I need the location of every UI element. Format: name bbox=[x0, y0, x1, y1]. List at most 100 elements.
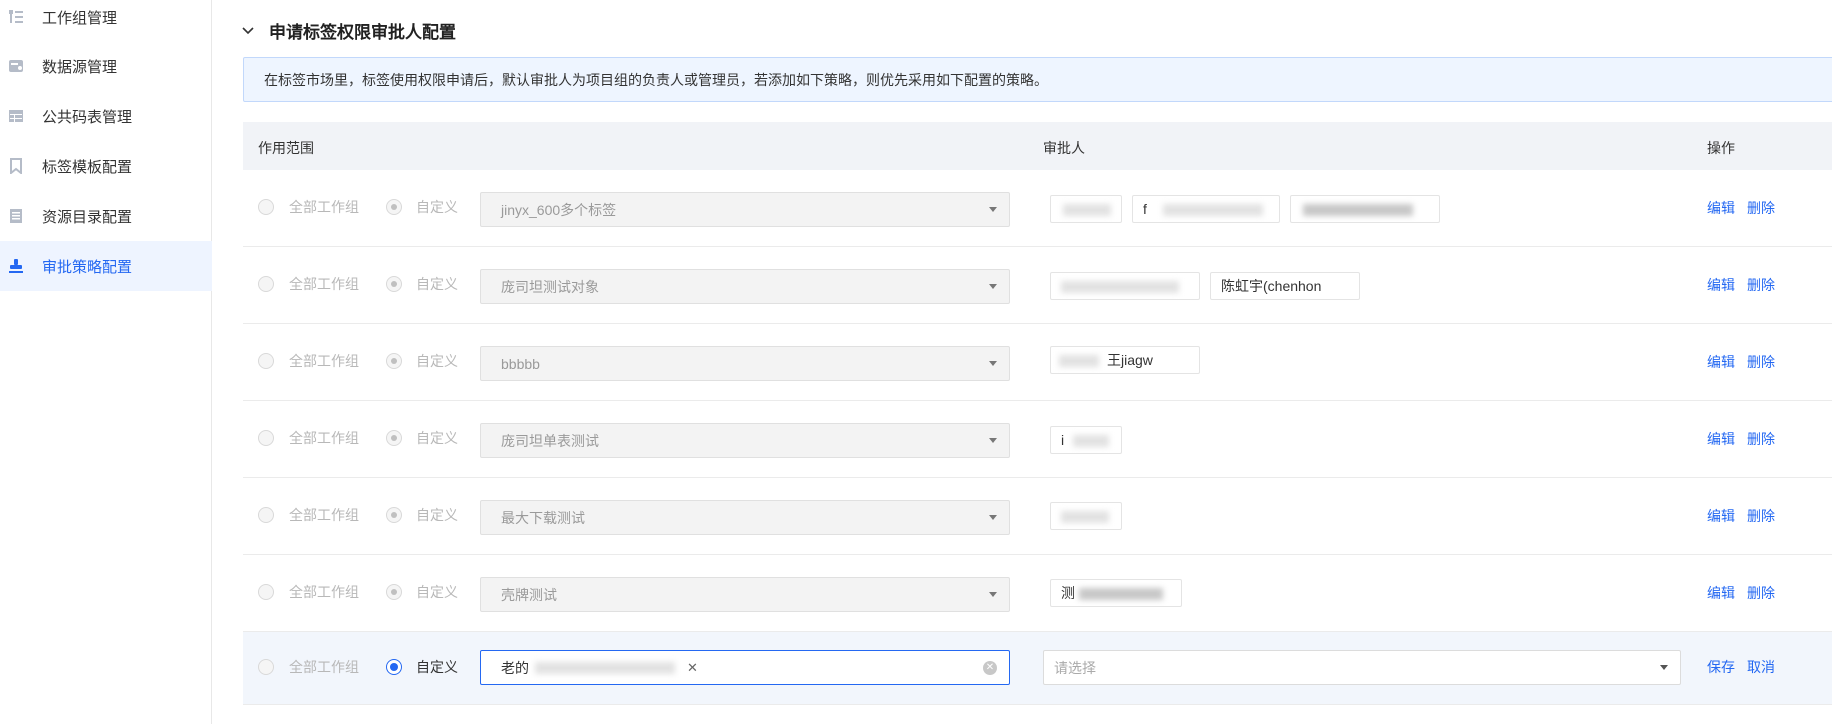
radio-custom[interactable] bbox=[386, 507, 402, 523]
radio-custom[interactable] bbox=[386, 276, 402, 292]
edit-button[interactable]: 编辑 bbox=[1707, 275, 1735, 295]
sidebar-item-label: 资源目录配置 bbox=[42, 208, 133, 226]
approver-tag bbox=[1290, 195, 1440, 223]
sidebar-item-codetable[interactable]: 公共码表管理 bbox=[0, 91, 212, 141]
table-row: 全部工作组 自定义 庞司坦测试对象 陈虹宇(chenhon 编辑 删除 bbox=[243, 247, 1832, 324]
radio-custom[interactable] bbox=[386, 430, 402, 446]
section-header[interactable]: 申请标签权限审批人配置 bbox=[241, 18, 456, 43]
radio-all-label: 全部工作组 bbox=[289, 199, 359, 215]
radio-all-workgroups[interactable] bbox=[258, 584, 274, 600]
radio-all-workgroups[interactable] bbox=[258, 430, 274, 446]
delete-button[interactable]: 删除 bbox=[1747, 429, 1775, 449]
sidebar-item-datasource[interactable]: 数据源管理 bbox=[0, 41, 212, 91]
chevron-down-icon[interactable] bbox=[241, 24, 255, 38]
header-actions: 操作 bbox=[1707, 140, 1735, 156]
edit-button[interactable]: 编辑 bbox=[1707, 352, 1735, 372]
table-row: 全部工作组 自定义 jinyx_600多个标签 f 编辑 删除 bbox=[243, 170, 1832, 247]
radio-all-workgroups[interactable] bbox=[258, 199, 274, 215]
delete-button[interactable]: 删除 bbox=[1747, 583, 1775, 603]
policy-table: 作用范围 审批人 操作 全部工作组 自定义 jinyx_600多个标签 f 编辑… bbox=[243, 122, 1832, 705]
caret-down-icon bbox=[989, 438, 997, 443]
clear-icon[interactable]: ✕ bbox=[983, 661, 997, 675]
sidebar-item-label: 公共码表管理 bbox=[42, 108, 133, 126]
scope-select-value: jinyx_600多个标签 bbox=[501, 201, 617, 218]
radio-all-label: 全部工作组 bbox=[289, 507, 359, 523]
radio-custom[interactable] bbox=[386, 584, 402, 600]
approver-select[interactable]: 请选择 bbox=[1043, 650, 1681, 685]
scope-select[interactable]: 老的 ✕ ✕ bbox=[480, 650, 1010, 685]
radio-all-workgroups[interactable] bbox=[258, 353, 274, 369]
approver-tag: i bbox=[1050, 426, 1122, 454]
radio-custom[interactable] bbox=[386, 659, 402, 675]
approver-tag bbox=[1050, 272, 1200, 300]
main-content: 申请标签权限审批人配置 在标签市场里，标签使用权限申请后，默认审批人为项目组的负… bbox=[213, 0, 1832, 724]
scope-select-value: 庞司坦单表测试 bbox=[501, 432, 599, 449]
scope-select[interactable]: 最大下载测试 bbox=[480, 500, 1010, 535]
radio-custom[interactable] bbox=[386, 353, 402, 369]
info-notice: 在标签市场里，标签使用权限申请后，默认审批人为项目组的负责人或管理员，若添加如下… bbox=[243, 57, 1832, 102]
scope-select-value: 最大下载测试 bbox=[501, 509, 585, 526]
edit-button[interactable]: 编辑 bbox=[1707, 583, 1735, 603]
sidebar-item-label: 标签模板配置 bbox=[42, 158, 133, 176]
radio-custom-label: 自定义 bbox=[416, 659, 458, 675]
approver-tag bbox=[1050, 502, 1122, 530]
bookmark-icon bbox=[8, 158, 24, 174]
sidebar-item-workgroup[interactable]: 工作组管理 bbox=[0, 0, 212, 42]
radio-custom-label: 自定义 bbox=[416, 276, 458, 292]
radio-all-label: 全部工作组 bbox=[289, 659, 359, 675]
scope-selected-tag-text: 老的 bbox=[501, 659, 529, 676]
radio-all-workgroups[interactable] bbox=[258, 507, 274, 523]
scope-select[interactable]: 庞司坦测试对象 bbox=[480, 269, 1010, 304]
radio-all-workgroups[interactable] bbox=[258, 659, 274, 675]
edit-button[interactable]: 编辑 bbox=[1707, 429, 1735, 449]
delete-button[interactable]: 删除 bbox=[1747, 275, 1775, 295]
sidebar-item-approval-policy[interactable]: 审批策略配置 bbox=[0, 241, 212, 291]
radio-custom[interactable] bbox=[386, 199, 402, 215]
scope-select[interactable]: 庞司坦单表测试 bbox=[480, 423, 1010, 458]
scope-select[interactable]: bbbbb bbox=[480, 346, 1010, 381]
sidebar: 工作组管理 数据源管理 公共码表管理 标签模板配置 资源目录配置 审批策略配置 bbox=[0, 0, 212, 724]
document-icon bbox=[8, 208, 24, 224]
caret-down-icon bbox=[989, 592, 997, 597]
table-row: 全部工作组 自定义 壳牌测试 测 编辑 删除 bbox=[243, 555, 1832, 632]
edit-button[interactable]: 编辑 bbox=[1707, 506, 1735, 526]
header-scope: 作用范围 bbox=[258, 140, 314, 156]
radio-all-label: 全部工作组 bbox=[289, 430, 359, 446]
sidebar-item-tag-template[interactable]: 标签模板配置 bbox=[0, 141, 212, 191]
scope-select-value: 壳牌测试 bbox=[501, 586, 557, 603]
approver-select-placeholder: 请选择 bbox=[1054, 659, 1096, 676]
approver-tag-text: 王jiagw bbox=[1107, 352, 1153, 368]
radio-all-label: 全部工作组 bbox=[289, 353, 359, 369]
caret-down-icon bbox=[989, 515, 997, 520]
radio-all-workgroups[interactable] bbox=[258, 276, 274, 292]
approver-tag: f bbox=[1132, 195, 1280, 223]
approver-tag: 陈虹宇(chenhon bbox=[1210, 272, 1360, 300]
radio-all-label: 全部工作组 bbox=[289, 276, 359, 292]
cancel-button[interactable]: 取消 bbox=[1747, 657, 1775, 677]
header-approver: 审批人 bbox=[1043, 140, 1085, 156]
radio-custom-label: 自定义 bbox=[416, 507, 458, 523]
sidebar-item-label: 数据源管理 bbox=[42, 58, 118, 76]
scope-select[interactable]: 壳牌测试 bbox=[480, 577, 1010, 612]
table-header: 作用范围 审批人 操作 bbox=[243, 122, 1832, 170]
database-icon bbox=[8, 58, 24, 74]
table-row: 全部工作组 自定义 庞司坦单表测试 i 编辑 删除 bbox=[243, 401, 1832, 478]
save-button[interactable]: 保存 bbox=[1707, 657, 1735, 677]
table-row-editing: 全部工作组 自定义 老的 ✕ ✕ 请选择 保存 取消 bbox=[243, 632, 1832, 705]
radio-custom-label: 自定义 bbox=[416, 199, 458, 215]
notice-text: 在标签市场里，标签使用权限申请后，默认审批人为项目组的负责人或管理员，若添加如下… bbox=[264, 71, 1048, 88]
delete-button[interactable]: 删除 bbox=[1747, 352, 1775, 372]
approver-tag bbox=[1050, 195, 1122, 223]
approver-tag-text: f bbox=[1143, 201, 1147, 217]
scope-select[interactable]: jinyx_600多个标签 bbox=[480, 192, 1010, 227]
table-icon bbox=[8, 108, 24, 124]
remove-tag-icon[interactable]: ✕ bbox=[687, 660, 698, 676]
delete-button[interactable]: 删除 bbox=[1747, 506, 1775, 526]
delete-button[interactable]: 删除 bbox=[1747, 198, 1775, 218]
caret-down-icon bbox=[989, 207, 997, 212]
table-row: 全部工作组 自定义 bbbbb 王jiagw 编辑 删除 bbox=[243, 324, 1832, 401]
sidebar-item-resource-catalog[interactable]: 资源目录配置 bbox=[0, 191, 212, 241]
radio-all-label: 全部工作组 bbox=[289, 584, 359, 600]
edit-button[interactable]: 编辑 bbox=[1707, 198, 1735, 218]
table-row: 全部工作组 自定义 最大下载测试 编辑 删除 bbox=[243, 478, 1832, 555]
